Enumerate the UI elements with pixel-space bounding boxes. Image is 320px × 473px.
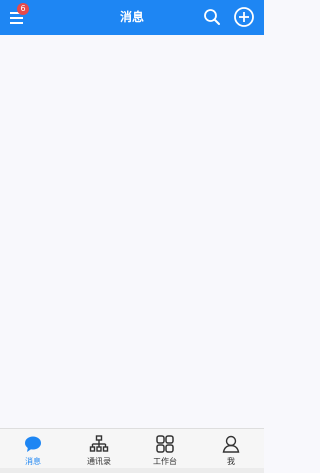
tab-workbench[interactable]: 工作台 bbox=[132, 429, 198, 473]
search-icon bbox=[204, 9, 220, 25]
tab-me[interactable]: 我 bbox=[198, 429, 264, 473]
add-button[interactable] bbox=[233, 6, 255, 28]
page-title: 消息 bbox=[119, 10, 144, 24]
chat-bubble-icon bbox=[25, 436, 41, 452]
system-home-bar bbox=[0, 468, 264, 473]
add-circle-icon bbox=[234, 7, 254, 27]
tab-label: 通讯录 bbox=[87, 457, 111, 466]
tab-contacts[interactable]: 通讯录 bbox=[66, 429, 132, 473]
top-bar: 6 消息 bbox=[0, 0, 264, 35]
bottom-tab-bar: 消息 通讯录 工作台 我 bbox=[0, 428, 264, 473]
tab-label: 我 bbox=[227, 457, 235, 466]
message-list-area[interactable] bbox=[0, 35, 264, 428]
grid-icon bbox=[156, 435, 174, 453]
user-icon bbox=[222, 435, 240, 453]
tab-label: 消息 bbox=[25, 457, 41, 466]
org-chart-icon bbox=[89, 435, 109, 452]
search-button[interactable] bbox=[203, 8, 221, 26]
tab-label: 工作台 bbox=[153, 457, 177, 466]
tab-messages[interactable]: 消息 bbox=[0, 429, 66, 473]
